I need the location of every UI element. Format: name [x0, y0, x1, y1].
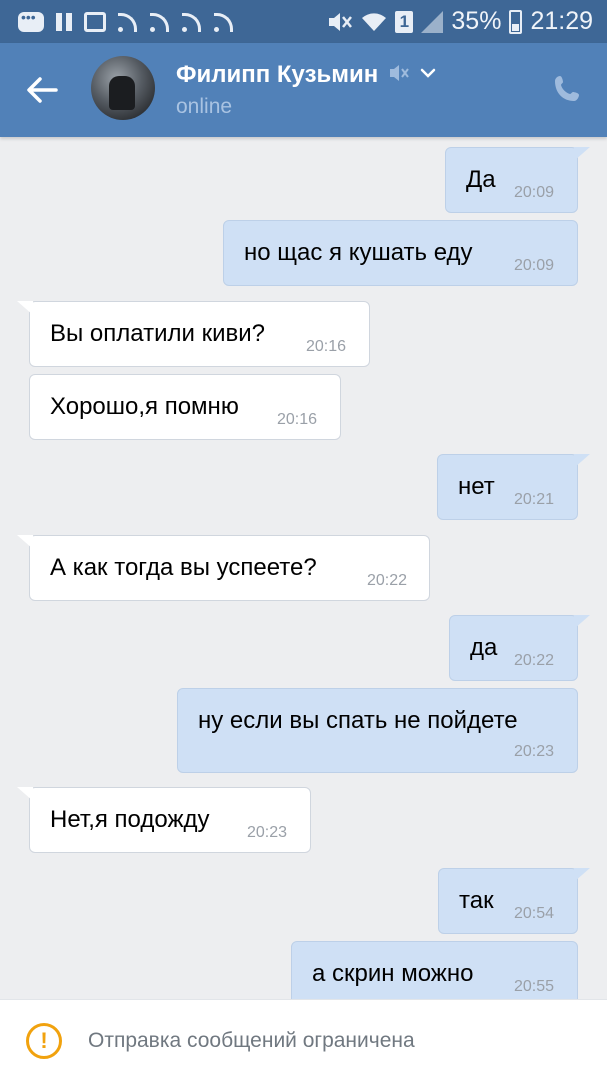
- message-time: 20:09: [514, 184, 555, 201]
- wifi-icon: [361, 11, 387, 33]
- message-text: нет: [458, 473, 495, 500]
- bubble-tail: [17, 787, 33, 801]
- battery-icon: [509, 9, 523, 34]
- message-text: так: [459, 887, 494, 914]
- contact-name: Филипп Кузьмин: [176, 61, 379, 88]
- message-time: 20:16: [277, 411, 318, 428]
- back-arrow-icon[interactable]: [22, 70, 62, 110]
- sim-icon: 1: [395, 10, 414, 33]
- message-time: 20:22: [514, 652, 555, 669]
- message-bubble-incoming[interactable]: Хорошо,я помню 20:16: [29, 374, 341, 440]
- message-text: А как тогда вы успеете?: [50, 554, 317, 581]
- message-text: да: [470, 634, 498, 661]
- chevron-down-icon[interactable]: [420, 66, 436, 84]
- message-text: Нет,я подожду: [50, 806, 210, 833]
- message-list[interactable]: Да 20:09 но щас я кушать еду 20:09 Вы оп…: [0, 137, 607, 999]
- chat-header: Филипп Кузьмин online: [0, 43, 607, 137]
- message-bubble-incoming[interactable]: Вы оплатили киви? 20:16: [17, 301, 370, 367]
- contact-status: online: [176, 95, 233, 118]
- restriction-message: Отправка сообщений ограничена: [88, 1029, 415, 1052]
- message-text: а скрин можно: [312, 960, 474, 987]
- chat-bubble-icon: [18, 9, 44, 32]
- message-time: 20:55: [514, 978, 555, 995]
- bubble-tail: [574, 615, 590, 629]
- message-text: Вы оплатили киви?: [50, 320, 265, 347]
- message-bubble-outgoing[interactable]: нет 20:21: [437, 454, 590, 520]
- message-text: Да: [466, 166, 496, 193]
- contact-title[interactable]: Филипп Кузьмин: [176, 61, 436, 89]
- message-time: 20:54: [514, 905, 555, 922]
- gallery-icon: [84, 11, 106, 32]
- muted-icon: [388, 63, 410, 88]
- message-text: Хорошо,я помню: [50, 393, 239, 420]
- bubble-tail: [574, 147, 590, 161]
- message-time: 20:22: [367, 572, 408, 589]
- message-bubble-incoming[interactable]: А как тогда вы успеете? 20:22: [17, 535, 430, 601]
- clock: 21:29: [530, 7, 593, 35]
- message-time: 20:16: [306, 338, 347, 355]
- feed-icon: [150, 12, 170, 32]
- status-bar-notifications: [18, 0, 234, 43]
- bubble-tail: [17, 301, 33, 315]
- message-bubble-outgoing[interactable]: но щас я кушать еду 20:09: [223, 220, 578, 286]
- message-bubble-outgoing[interactable]: да 20:22: [449, 615, 590, 681]
- feed-icon: [182, 12, 202, 32]
- warning-icon: !: [26, 1023, 62, 1059]
- bubble-tail: [574, 868, 590, 882]
- message-bubble-outgoing[interactable]: так 20:54: [438, 868, 590, 934]
- feed-icon: [214, 12, 234, 32]
- message-bubble-outgoing[interactable]: Да 20:09: [445, 147, 590, 213]
- message-time: 20:21: [514, 491, 555, 508]
- status-bar: 1 35% 21:29: [0, 0, 607, 43]
- pause-icon: [56, 12, 72, 31]
- message-time: 20:23: [247, 824, 288, 841]
- mute-icon: [327, 11, 353, 33]
- bubble-tail: [17, 535, 33, 549]
- avatar[interactable]: [91, 56, 155, 120]
- composer-restricted-bar: ! Отправка сообщений ограничена: [0, 999, 607, 1080]
- message-time: 20:23: [514, 743, 555, 760]
- message-bubble-outgoing[interactable]: ну если вы спать не пойдете 20:23: [177, 688, 578, 773]
- message-text: но щас я кушать еду: [244, 239, 473, 266]
- status-bar-system: 1 35% 21:29: [327, 0, 593, 43]
- battery-percent: 35%: [451, 7, 502, 35]
- message-text: ну если вы спать не пойдете: [198, 707, 518, 734]
- bubble-tail: [574, 454, 590, 468]
- feed-icon: [118, 12, 138, 32]
- message-bubble-outgoing[interactable]: а скрин можно 20:55: [291, 941, 578, 999]
- message-bubble-incoming[interactable]: Нет,я подожду 20:23: [17, 787, 311, 853]
- message-time: 20:09: [514, 257, 555, 274]
- phone-icon[interactable]: [551, 73, 583, 105]
- signal-icon: [421, 10, 444, 33]
